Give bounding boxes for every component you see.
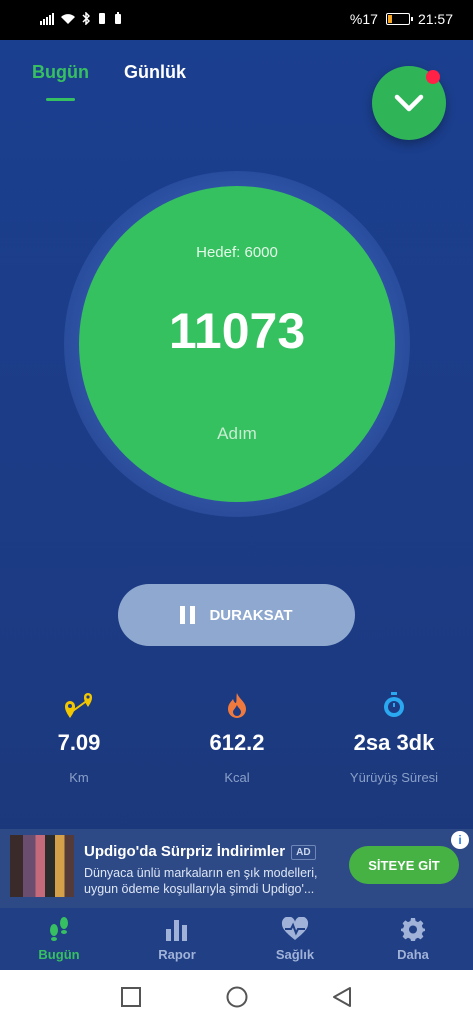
- pause-button[interactable]: DURAKSAT: [118, 584, 355, 646]
- nav-item-report[interactable]: Rapor: [118, 916, 236, 962]
- back-icon[interactable]: [331, 986, 353, 1008]
- nav-label-report: Rapor: [158, 947, 196, 962]
- nav-item-today[interactable]: Bugün: [0, 916, 118, 962]
- calories-label: Kcal: [224, 770, 250, 785]
- nav-item-health[interactable]: Sağlık: [236, 916, 354, 962]
- expand-button[interactable]: [372, 66, 446, 140]
- wifi-icon: [61, 13, 75, 24]
- pause-icon: [180, 606, 196, 624]
- ad-info-icon[interactable]: i: [451, 831, 469, 849]
- battery-icon: [385, 13, 413, 25]
- system-navigation-bar: [0, 970, 473, 1024]
- pause-label: DURAKSAT: [209, 606, 293, 624]
- clock: 21:57: [417, 11, 453, 27]
- duration-label: Yürüyüş Süresi: [349, 770, 439, 785]
- nav-label-today: Bugün: [38, 947, 80, 962]
- ad-title-text: Updigo'da Sürpriz İndirimler: [84, 843, 286, 860]
- status-icons-right: %17 21:57: [350, 11, 453, 27]
- signal-icon: [40, 12, 54, 25]
- ad-badge: AD: [291, 844, 316, 860]
- chevron-down-icon: [394, 94, 424, 112]
- bluetooth-icon: [82, 12, 90, 25]
- battery-saver-icon: [115, 12, 121, 24]
- stopwatch-icon: [384, 692, 404, 717]
- bottom-navigation: Bugün Rapor Sağlık Daha: [0, 908, 473, 970]
- distance-value: 7.09: [57, 730, 101, 755]
- footsteps-icon: [50, 917, 68, 941]
- nav-label-health: Sağlık: [275, 947, 315, 962]
- battery-percentage: %17: [349, 11, 378, 27]
- ad-description: Dünyaca ünlü markaların en şık modelleri…: [84, 866, 318, 896]
- calories-value: 612.2: [209, 730, 265, 755]
- heart-pulse-icon: [281, 917, 309, 940]
- stat-distance: 7.09 Km: [0, 690, 158, 785]
- stats-row: 7.09 Km 612.2 Kcal 2sa 3dk Yürüyüş Süres…: [0, 690, 473, 800]
- distance-label: Km: [69, 770, 89, 785]
- vibrate-icon: [99, 13, 105, 24]
- step-count: 11073: [168, 303, 306, 359]
- bar-chart-icon: [166, 920, 187, 941]
- tab-today[interactable]: Bugün: [32, 62, 89, 101]
- route-icon: [65, 693, 92, 718]
- duration-value: 2sa 3dk: [353, 730, 435, 755]
- recent-apps-icon[interactable]: [120, 986, 142, 1008]
- status-bar: %17 21:57: [0, 0, 473, 40]
- ad-image[interactable]: [10, 835, 74, 897]
- nav-item-more[interactable]: Daha: [354, 916, 472, 962]
- app-screen: Bugün Günlük Hedef: 6000 11073 Adım DURA…: [0, 40, 473, 970]
- notification-dot: [426, 70, 440, 84]
- home-icon[interactable]: [225, 986, 249, 1008]
- top-tabs: Bugün Günlük: [32, 62, 186, 101]
- step-counter-circle: Hedef: 6000 11073 Adım: [79, 186, 395, 502]
- tab-daily[interactable]: Günlük: [124, 62, 186, 83]
- steps-unit: Adım: [217, 424, 257, 443]
- stat-calories: 612.2 Kcal: [158, 690, 316, 785]
- stat-walk-duration: 2sa 3dk Yürüyüş Süresi: [315, 690, 473, 785]
- goal-label: Hedef: 6000: [196, 244, 278, 261]
- status-icons-left: [40, 12, 122, 25]
- nav-label-more: Daha: [397, 947, 429, 962]
- ad-title[interactable]: Updigo'da Sürpriz İndirimler AD: [84, 843, 316, 860]
- gear-icon: [401, 918, 425, 941]
- ad-cta-button[interactable]: SİTEYE GİT: [349, 846, 459, 884]
- ad-banner[interactable]: Updigo'da Sürpriz İndirimler AD Dünyaca ü…: [0, 829, 473, 908]
- flame-icon: [228, 693, 246, 718]
